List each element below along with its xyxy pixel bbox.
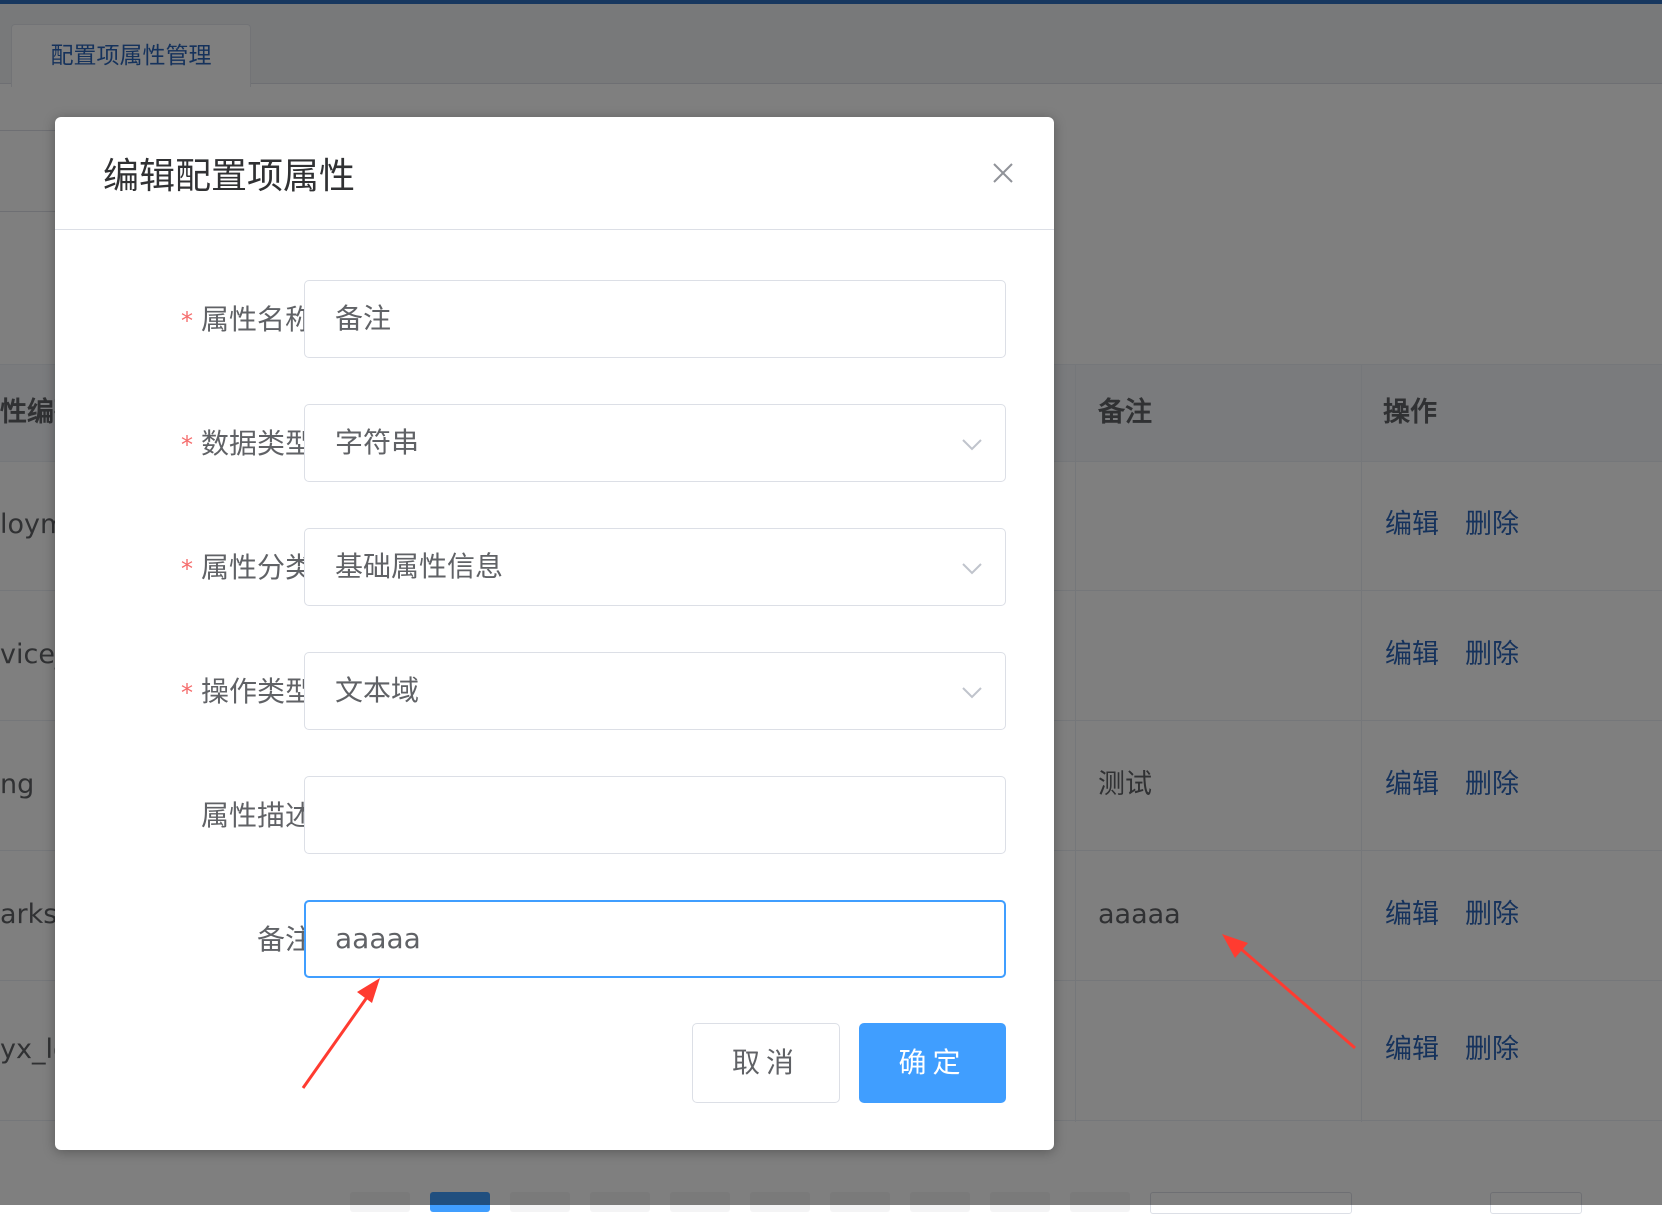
form-row-data-type: * 数据类型 字符串 [55, 404, 1054, 484]
form-row-description: 属性描述 [55, 776, 1054, 856]
required-mark: * [180, 307, 193, 335]
select-value: 基础属性信息 [335, 550, 504, 583]
select-value: 字符串 [335, 426, 420, 459]
description-input[interactable] [304, 776, 1006, 854]
data-type-select[interactable]: 字符串 [304, 404, 1006, 482]
chevron-down-icon [962, 563, 982, 575]
remark-input[interactable]: aaaaa [304, 900, 1006, 978]
chevron-down-icon [962, 439, 982, 451]
field-label: * 数据类型 [181, 404, 313, 485]
dialog-divider [55, 229, 1054, 230]
form-row-op-type: * 操作类型 文本域 [55, 652, 1054, 732]
label-text: 操作类型 [200, 675, 313, 708]
chevron-down-icon [962, 687, 982, 699]
label-text: 属性分类 [200, 551, 313, 584]
form-row-category: * 属性分类 基础属性信息 [55, 528, 1054, 608]
attr-name-input[interactable]: 备注 [304, 280, 1006, 358]
dialog-title: 编辑配置项属性 [103, 156, 356, 197]
field-label: 属性描述 [200, 799, 313, 832]
category-select[interactable]: 基础属性信息 [304, 528, 1006, 606]
field-label: * 属性名称 [181, 280, 313, 361]
close-icon[interactable] [983, 153, 1023, 193]
required-mark: * [180, 431, 193, 459]
cancel-button[interactable]: 取消 [692, 1023, 840, 1103]
confirm-button[interactable]: 确定 [859, 1023, 1006, 1103]
required-mark: * [180, 679, 193, 707]
form-row-remark: 备注 aaaaa [55, 900, 1054, 980]
op-type-select[interactable]: 文本域 [304, 652, 1006, 730]
label-text: 数据类型 [200, 427, 313, 460]
label-text: 属性名称 [200, 303, 313, 336]
select-value: 文本域 [335, 674, 420, 707]
field-label: * 操作类型 [181, 652, 313, 733]
form-row-name: * 属性名称 备注 [55, 280, 1054, 360]
edit-attribute-dialog: 编辑配置项属性 * 属性名称 备注 * 数据类型 字符串 * 属性分类 基础属性信息 … [55, 117, 1054, 1150]
required-mark: * [180, 555, 193, 583]
field-label: * 属性分类 [181, 528, 313, 609]
